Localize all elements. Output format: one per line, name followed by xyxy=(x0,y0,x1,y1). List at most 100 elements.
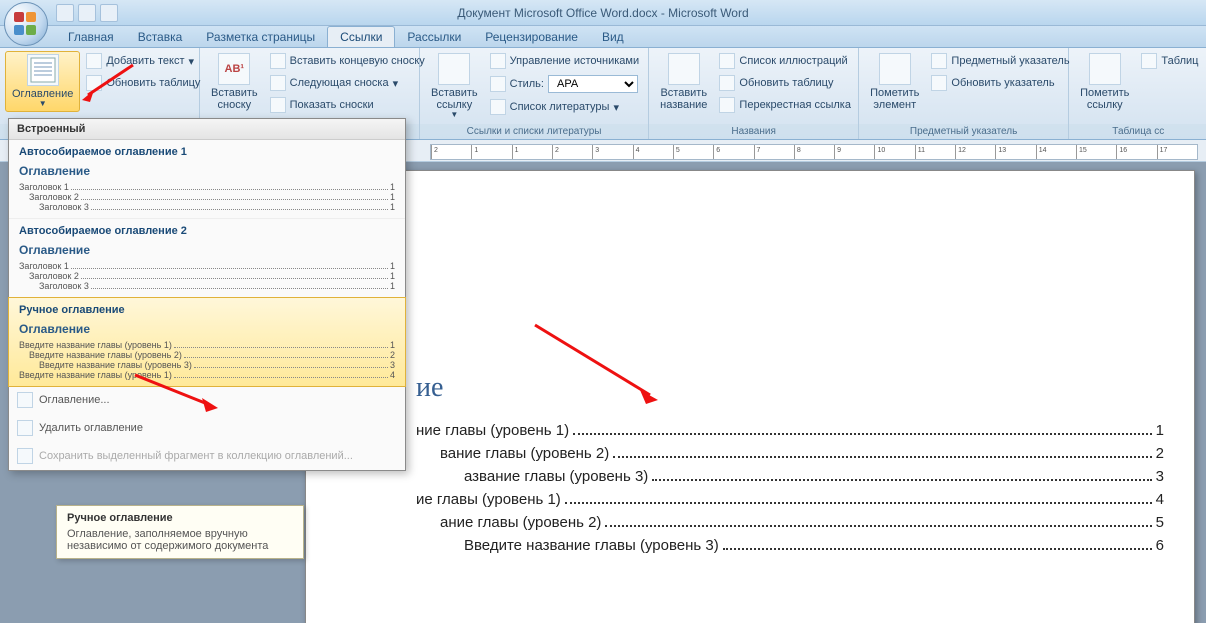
insert-index-label: Предметный указатель xyxy=(951,55,1069,67)
remove-toc-option[interactable]: Удалить оглавление xyxy=(9,414,405,442)
auto1-title: Автособираемое оглавление 1 xyxy=(19,146,395,158)
office-button[interactable] xyxy=(4,2,48,46)
custom-toc-option[interactable]: Оглавление... xyxy=(9,386,405,414)
group-captions: Вставить название Список иллюстраций Обн… xyxy=(649,48,859,139)
caption-icon xyxy=(668,53,700,85)
redo-icon[interactable] xyxy=(100,4,118,22)
save-selection-option: Сохранить выделенный фрагмент в коллекци… xyxy=(9,442,405,470)
preview-line: Введите название главы (уровень 1)4 xyxy=(19,370,395,380)
custom-toc-icon xyxy=(17,392,33,408)
save-sel-icon xyxy=(17,448,33,464)
group-authorities: Пометить ссылку Таблиц Таблица сс xyxy=(1069,48,1206,139)
insert-endnote-button[interactable]: Вставить концевую сноску xyxy=(266,51,429,71)
dropdown-header: Встроенный xyxy=(9,119,405,140)
ribbon-tabs: Главная Вставка Разметка страницы Ссылки… xyxy=(0,26,1206,48)
mark-entry-button[interactable]: Пометить элемент xyxy=(864,51,925,113)
preview-line: Заголовок 21 xyxy=(19,271,395,281)
toc-gallery-dropdown: Встроенный Автособираемое оглавление 1 О… xyxy=(8,118,406,471)
bibliography-label: Список литературы xyxy=(510,101,610,113)
tab-mailings[interactable]: Рассылки xyxy=(395,27,473,47)
gallery-manual[interactable]: Ручное оглавление Оглавление Введите наз… xyxy=(8,297,406,387)
add-text-button[interactable]: Добавить текст ▾ xyxy=(82,51,204,71)
add-text-icon xyxy=(86,53,102,69)
bibliography-button[interactable]: Список литературы ▾ xyxy=(486,97,643,117)
toc-entry[interactable]: азвание главы (уровень 3) 3 xyxy=(416,468,1164,485)
table-figures-button[interactable]: Список иллюстраций xyxy=(715,51,855,71)
show-notes-icon xyxy=(270,97,286,113)
cross-reference-button[interactable]: Перекрестная ссылка xyxy=(715,95,855,115)
add-text-label: Добавить текст xyxy=(106,55,184,67)
style-label: Стиль: xyxy=(510,78,544,90)
document-page[interactable]: ие ние главы (уровень 1) 1 вание главы (у… xyxy=(305,170,1195,623)
manual-heading: Оглавление xyxy=(19,322,395,336)
update-captions-button[interactable]: Обновить таблицу xyxy=(715,73,855,93)
group-index-label: Предметный указатель xyxy=(859,124,1068,139)
bibliography-icon xyxy=(490,99,506,115)
group-citations-label: Ссылки и списки литературы xyxy=(420,124,648,139)
preview-line: Заголовок 31 xyxy=(19,202,395,212)
quick-access-toolbar xyxy=(56,4,118,22)
custom-toc-label: Оглавление... xyxy=(39,394,110,406)
toc-button[interactable]: Оглавление ▼ xyxy=(5,51,80,112)
insert-footnote-label: Вставить сноску xyxy=(211,87,258,111)
style-select[interactable]: APA xyxy=(548,75,638,93)
tooltip: Ручное оглавление Оглавление, заполняемо… xyxy=(56,505,304,559)
tab-insert[interactable]: Вставка xyxy=(126,27,195,47)
horizontal-ruler[interactable]: 21 12 34 56 78 910 1112 1314 1516 17 xyxy=(430,144,1198,160)
auto2-heading: Оглавление xyxy=(19,243,395,257)
authorities-icon xyxy=(1141,53,1157,69)
title-bar: Документ Microsoft Office Word.docx - Mi… xyxy=(0,0,1206,26)
insert-index-button[interactable]: Предметный указатель xyxy=(927,51,1073,71)
authorities-label: Таблиц xyxy=(1161,55,1198,67)
toc-entry[interactable]: ие главы (уровень 1) 4 xyxy=(416,491,1164,508)
preview-line: Введите название главы (уровень 2)2 xyxy=(19,350,395,360)
refresh-icon xyxy=(86,75,102,91)
next-footnote-button[interactable]: Следующая сноска ▾ xyxy=(266,73,429,93)
figures-icon xyxy=(719,53,735,69)
undo-icon[interactable] xyxy=(78,4,96,22)
insert-caption-button[interactable]: Вставить название xyxy=(654,51,713,131)
preview-line: Введите название главы (уровень 3)3 xyxy=(19,360,395,370)
index-icon xyxy=(931,53,947,69)
toc-entry[interactable]: Введите название главы (уровень 3) 6 xyxy=(416,537,1164,554)
cross-ref-icon xyxy=(719,97,735,113)
manage-sources-label: Управление источниками xyxy=(510,55,639,67)
toc-entry[interactable]: ание главы (уровень 2) 5 xyxy=(416,514,1164,531)
preview-line: Заголовок 31 xyxy=(19,281,395,291)
toc-entry[interactable]: ние главы (уровень 1) 1 xyxy=(416,422,1164,439)
update-toc-button[interactable]: Обновить таблицу xyxy=(82,73,204,93)
next-footnote-label: Следующая сноска xyxy=(290,77,389,89)
remove-toc-label: Удалить оглавление xyxy=(39,422,143,434)
mark-entry-label: Пометить элемент xyxy=(870,87,919,111)
group-citations: Вставить ссылку ▼ Управление источниками… xyxy=(420,48,649,139)
gallery-auto2[interactable]: Автособираемое оглавление 2 Оглавление З… xyxy=(9,219,405,298)
update-index-button[interactable]: Обновить указатель xyxy=(927,73,1073,93)
update-index-icon xyxy=(931,75,947,91)
update-index-label: Обновить указатель xyxy=(951,77,1054,89)
tooltip-title: Ручное оглавление xyxy=(67,512,293,524)
toc-icon xyxy=(27,54,59,86)
insert-authorities-button[interactable]: Таблиц xyxy=(1137,51,1202,71)
update-captions-label: Обновить таблицу xyxy=(739,77,833,89)
show-footnotes-button[interactable]: Показать сноски xyxy=(266,95,429,115)
preview-line: Заголовок 21 xyxy=(19,192,395,202)
tab-home[interactable]: Главная xyxy=(56,27,126,47)
tab-references[interactable]: Ссылки xyxy=(327,26,395,47)
gallery-auto1[interactable]: Автособираемое оглавление 1 Оглавление З… xyxy=(9,140,405,219)
preview-line: Заголовок 11 xyxy=(19,182,395,192)
save-sel-label: Сохранить выделенный фрагмент в коллекци… xyxy=(39,450,353,462)
next-footnote-icon xyxy=(270,75,286,91)
tab-view[interactable]: Вид xyxy=(590,27,636,47)
tab-layout[interactable]: Разметка страницы xyxy=(194,27,327,47)
citation-style-row: Стиль: APA xyxy=(486,73,643,95)
show-footnotes-label: Показать сноски xyxy=(290,99,374,111)
manage-sources-button[interactable]: Управление источниками xyxy=(486,51,643,71)
save-icon[interactable] xyxy=(56,4,74,22)
preview-line: Введите название главы (уровень 1)1 xyxy=(19,340,395,350)
tab-review[interactable]: Рецензирование xyxy=(473,27,590,47)
endnote-label: Вставить концевую сноску xyxy=(290,55,425,67)
doc-heading: ие xyxy=(416,371,1164,404)
insert-citation-button[interactable]: Вставить ссылку ▼ xyxy=(425,51,484,133)
toc-entry[interactable]: вание главы (уровень 2) 2 xyxy=(416,445,1164,462)
mark-citation-button[interactable]: Пометить ссылку xyxy=(1074,51,1135,113)
